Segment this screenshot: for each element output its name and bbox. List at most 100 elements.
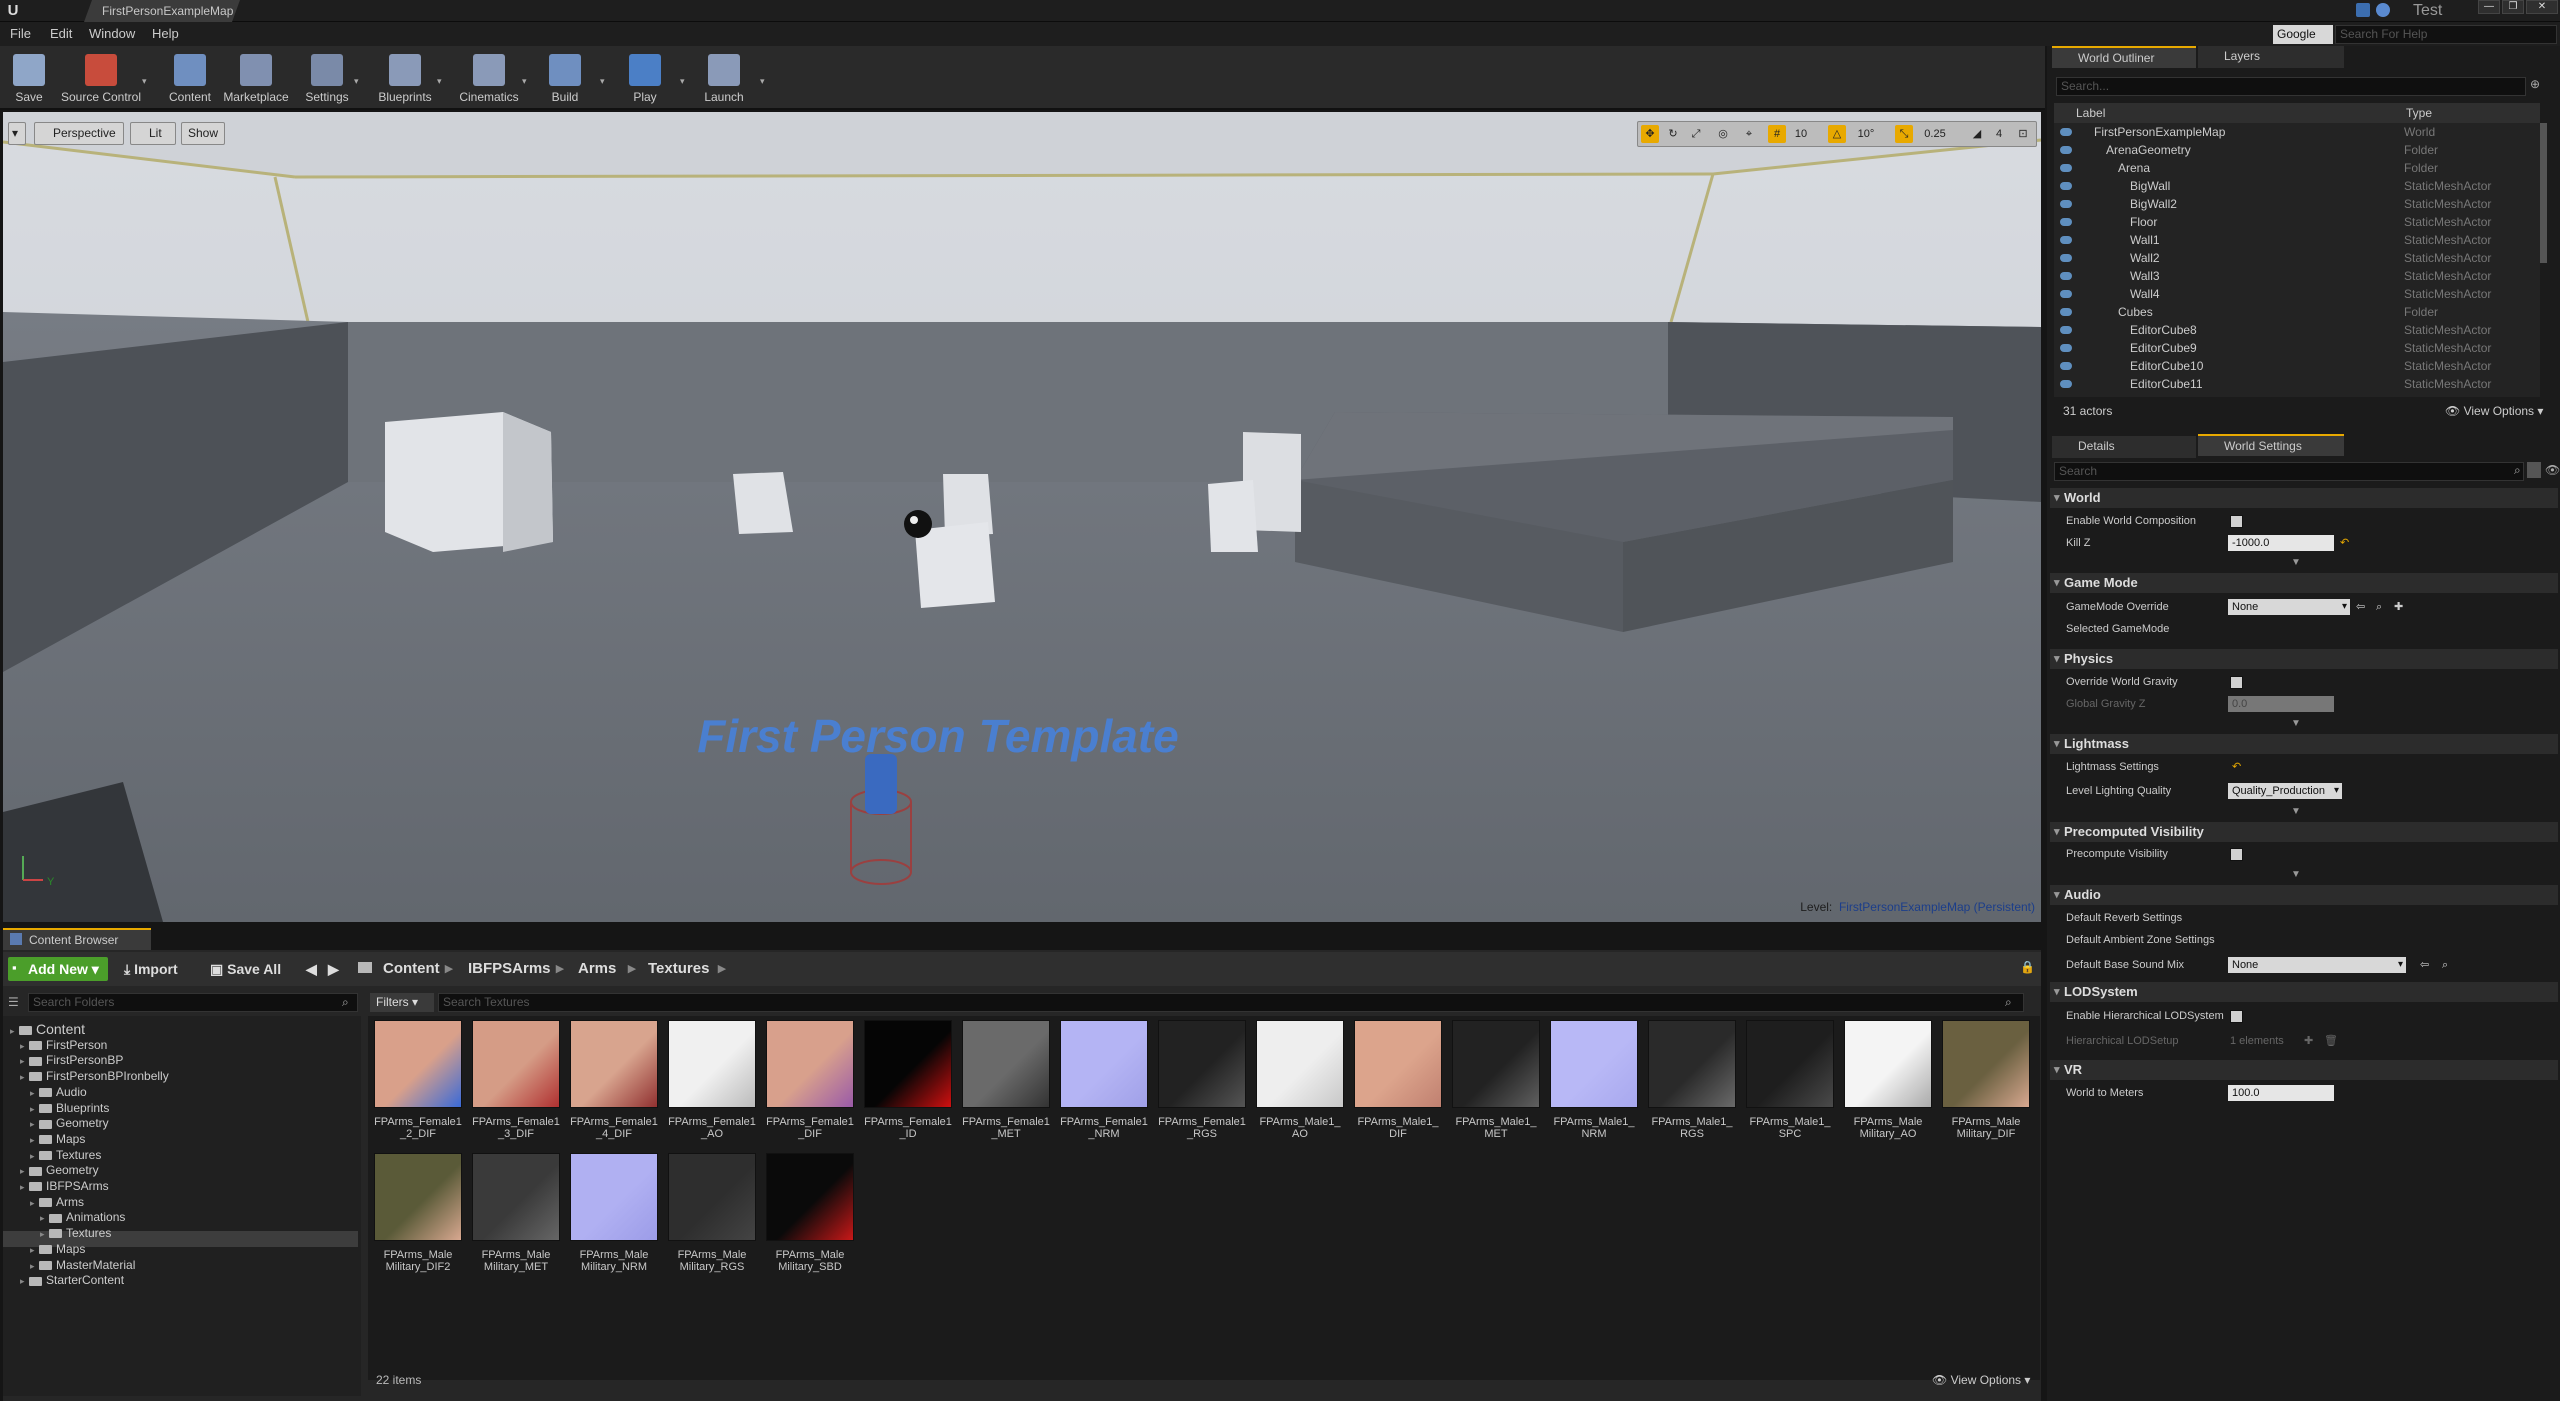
add-plus-icon[interactable]: ✚ [2394,596,2403,618]
lit-button[interactable]: Lit [130,122,176,145]
visibility-eye-icon[interactable] [2060,236,2072,244]
texture-asset[interactable]: FPArms_Female1 _2_DIF [372,1020,464,1140]
cinematics-dropdown[interactable]: ▾ [522,76,530,87]
outliner-row[interactable]: Wall2 StaticMeshActor [2054,249,2540,267]
history-back-button[interactable]: ◀ [306,957,317,981]
outliner-row[interactable]: EditorCube10 StaticMeshActor [2054,357,2540,375]
save-all-button[interactable]: ▣ Save All [210,957,281,981]
play-dropdown[interactable]: ▾ [680,76,688,87]
texture-asset[interactable]: FPArms_Female1 _AO [666,1020,758,1140]
texture-asset[interactable]: FPArms_Male1_ NRM [1548,1020,1640,1140]
folder-search-input[interactable]: Search Folders [28,993,358,1012]
content-button[interactable]: Content [162,48,218,108]
tree-folder-item[interactable]: ▸ Blueprints [30,1100,109,1116]
expand-arrow-icon[interactable]: ▸ [20,1163,29,1179]
breadcrumb-textures[interactable]: Textures [648,957,709,981]
tree-folder-item[interactable]: ▸ Audio [30,1084,87,1100]
help-search-engine-select[interactable]: Google [2273,25,2333,44]
maximize-button[interactable]: ❐ [2502,0,2524,14]
rotation-snap-icon[interactable]: △ [1828,125,1846,143]
expand-arrow-icon[interactable]: ▸ [10,1023,19,1039]
details-eye-icon[interactable]: 👁 [2545,463,2560,477]
breadcrumb-separator-icon[interactable]: ▸ [445,957,453,981]
level-viewport[interactable]: First Person Template Y [3,112,2041,922]
expand-arrow-icon[interactable]: ▸ [30,1258,39,1274]
texture-asset[interactable]: FPArms_Male1_ AO [1254,1020,1346,1140]
prop-lightmass-settings[interactable]: Lightmass Settings ↶ [2050,756,2558,778]
visibility-eye-icon[interactable] [2060,272,2072,280]
override-gravity-checkbox[interactable] [2230,676,2243,689]
texture-asset[interactable]: FPArms_Male Military_RGS [666,1153,758,1273]
section-lightmass[interactable]: Lightmass [2050,734,2558,754]
tree-folder-item[interactable]: ▸ Geometry [20,1162,99,1178]
tree-folder-item[interactable]: ▸ FirstPersonBPIronbelly [20,1068,169,1084]
tree-folder-item[interactable]: ▸ StarterContent [20,1272,124,1288]
build-button[interactable]: Build [540,48,590,108]
settings-button[interactable]: Settings [298,48,356,108]
texture-asset[interactable]: FPArms_Female1 _4_DIF [568,1020,660,1140]
surface-snap-icon[interactable]: ⌖ [1740,125,1758,143]
close-button[interactable]: ✕ [2526,0,2558,14]
rotate-icon[interactable]: ↻ [1664,125,1682,143]
source-control-dropdown[interactable]: ▾ [142,76,150,87]
launch-dropdown[interactable]: ▾ [760,76,768,87]
content-view-options-button[interactable]: 👁 View Options ▾ [1932,1373,2030,1387]
notification-icon[interactable] [2356,3,2370,17]
scale-icon[interactable]: ⤢ [1687,125,1705,143]
breadcrumb-content[interactable]: Content [383,957,440,981]
texture-asset[interactable]: FPArms_Male Military_DIF [1940,1020,2032,1140]
translate-icon[interactable]: ✥ [1641,125,1659,143]
outliner-row[interactable]: Wall3 StaticMeshActor [2054,267,2540,285]
texture-asset[interactable]: FPArms_Male Military_SBD [764,1153,856,1273]
texture-asset[interactable]: FPArms_Female1 _ID [862,1020,954,1140]
texture-asset[interactable]: FPArms_Male1_ SPC [1744,1020,1836,1140]
lock-icon[interactable]: 🔒 [2020,960,2035,974]
maximize-viewport-icon[interactable]: ⊡ [2014,125,2032,143]
play-button[interactable]: Play [620,48,670,108]
breadcrumb-separator-icon[interactable]: ▸ [556,957,564,981]
prop-default-ambient-zone[interactable]: Default Ambient Zone Settings [2050,929,2558,951]
tree-folder-item[interactable]: ▸ Content [10,1021,85,1037]
enable-hlod-checkbox[interactable] [2230,1010,2243,1023]
use-selected-arrow-icon[interactable]: ⇦ [2420,954,2429,976]
tree-folder-item[interactable]: ▸ FirstPerson [20,1037,107,1053]
texture-asset[interactable]: FPArms_Female1 _DIF [764,1020,856,1140]
texture-asset[interactable]: FPArms_Female1 _3_DIF [470,1020,562,1140]
texture-asset[interactable]: FPArms_Male Military_AO [1842,1020,1934,1140]
viewport-options-button[interactable]: ▾ [8,122,26,145]
outliner-row[interactable]: EditorCube8 StaticMeshActor [2054,321,2540,339]
texture-asset[interactable]: FPArms_Female1 _MET [960,1020,1052,1140]
outliner-row[interactable]: FirstPersonExampleMap World [2054,123,2540,141]
outliner-row[interactable]: Floor StaticMeshActor [2054,213,2540,231]
launch-button[interactable]: Launch [696,48,752,108]
outliner-row[interactable]: Cubes Folder [2054,303,2540,321]
sources-toggle-icon[interactable]: ☰ [8,995,22,1009]
texture-asset[interactable]: FPArms_Female1 _RGS [1156,1020,1248,1140]
source-control-button[interactable]: Source Control [56,48,146,108]
outliner-view-options-button[interactable]: 👁 View Options ▾ [2445,404,2543,418]
outliner-add-icon[interactable]: ⊕ [2530,77,2540,91]
tree-folder-item[interactable]: ▸ MasterMaterial [30,1257,135,1273]
expand-arrow-icon[interactable]: ▸ [30,1101,39,1117]
visibility-eye-icon[interactable] [2060,326,2072,334]
section-precomputed-visibility[interactable]: Precomputed Visibility [2050,822,2558,842]
tree-folder-item[interactable]: ▸ Maps [30,1241,85,1257]
help-search-input[interactable]: Search For Help [2335,25,2557,44]
section-lodsystem[interactable]: LODSystem [2050,982,2558,1002]
tree-folder-item[interactable]: ▸ Geometry [30,1115,109,1131]
visibility-eye-icon[interactable] [2060,308,2072,316]
scale-snap-icon[interactable]: ⤡ [1895,125,1913,143]
camera-speed-icon[interactable]: ◢ [1968,125,1986,143]
source-control-status-icon[interactable] [2376,3,2390,17]
enable-world-composition-checkbox[interactable] [2230,515,2243,528]
expand-arrow-icon[interactable]: ▸ [30,1195,39,1211]
expand-arrow-icon[interactable]: ▸ [30,1132,39,1148]
outliner-row[interactable]: ArenaGeometry Folder [2054,141,2540,159]
breadcrumb-arms[interactable]: Arms [578,957,616,981]
visibility-eye-icon[interactable] [2060,146,2072,154]
section-audio[interactable]: Audio [2050,885,2558,905]
visibility-eye-icon[interactable] [2060,182,2072,190]
expand-arrow-icon[interactable]: ▸ [30,1242,39,1258]
use-selected-arrow-icon[interactable]: ⇦ [2356,596,2365,618]
outliner-row[interactable]: Wall4 StaticMeshActor [2054,285,2540,303]
